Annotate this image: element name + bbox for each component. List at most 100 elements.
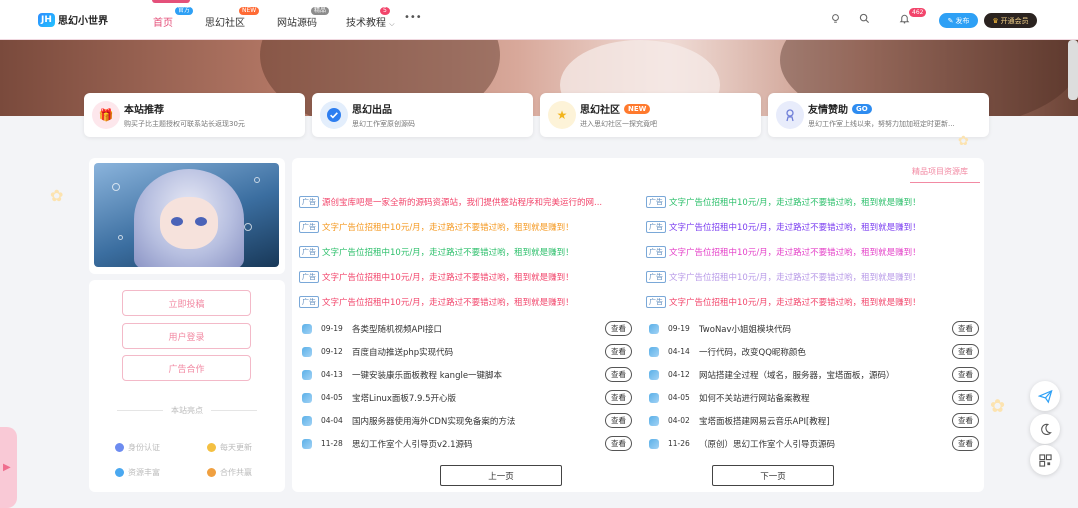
qrcode-icon[interactable] (1030, 445, 1060, 475)
send-icon[interactable] (1030, 381, 1060, 411)
view-button[interactable]: 查看 (952, 344, 979, 359)
flower-decoration-icon: ✿ (958, 134, 969, 149)
section-title: 本站亮点 (89, 405, 285, 416)
side-drawer-handle[interactable]: ▶ (0, 427, 17, 508)
ad-text: 文字广告位招租中10元/月，走过路过不要错过哟，租到就是赚到！ (322, 273, 574, 283)
user-login-button[interactable]: 用户登录 (122, 323, 251, 349)
ad-tag: 广告 (299, 296, 319, 308)
ad-link[interactable]: 广告 文字广告位招租中10元/月，走过路过不要错过哟，租到就是赚到！ (646, 246, 921, 258)
vip-button[interactable]: ♛ 开通会员 (984, 13, 1037, 28)
post-item[interactable]: 09-19 各类型随机视频API接口 查看 (302, 321, 632, 337)
feature-card-community[interactable]: ★ 思幻社区 NEW 进入思幻社区一探究竟吧 (540, 93, 761, 137)
nav-label: 技术教程 (346, 18, 386, 29)
view-button[interactable]: 查看 (952, 436, 979, 451)
scrollbar[interactable] (1068, 40, 1078, 100)
post-item[interactable]: 09-12 百度自动推送php实现代码 查看 (302, 344, 632, 360)
post-title[interactable]: 宝塔Linux面板7.9.5开心版 (352, 392, 456, 404)
post-title[interactable]: 国内服务器使用海外CDN实现免备案的方法 (352, 415, 515, 427)
new-tag: NEW (624, 103, 651, 114)
post-title[interactable]: 百度自动推送php实现代码 (352, 346, 453, 358)
view-button[interactable]: 查看 (952, 390, 979, 405)
top-header: JH 思幻小世界 首页 官方 思幻社区 NEW 网站源码 精品 技术教程 ⌵ 5… (0, 0, 1078, 40)
ad-text: 文字广告位招租中10元/月，走过路过不要错过哟，租到就是赚到！ (322, 248, 574, 258)
post-thumb-icon (649, 347, 659, 357)
go-tag: GO (852, 103, 872, 114)
nav-item-community[interactable]: 思幻社区 NEW (205, 7, 260, 29)
post-title[interactable]: 一键安装康乐面板教程 kangle一键脚本 (352, 369, 502, 381)
tab-resource-library[interactable]: 精品项目资源库 (912, 166, 968, 177)
search-icon[interactable] (857, 13, 871, 27)
ad-link[interactable]: 广告 文字广告位招租中10元/月，走过路过不要错过哟，租到就是赚到！ (646, 296, 921, 308)
feature-title: 思幻出品 (352, 101, 392, 116)
nav-tag: NEW (239, 7, 260, 15)
post-item[interactable]: 09-19 TwoNav小姐姐模块代码 查看 (649, 321, 979, 337)
post-item[interactable]: 04-14 一行代码，改变QQ昵称颜色 查看 (649, 344, 979, 360)
theme-toggle-icon[interactable] (828, 13, 842, 27)
prev-page-button[interactable]: 上一页 (440, 465, 562, 486)
post-title[interactable]: 宝塔面板搭建网易云音乐API[教程] (699, 415, 830, 427)
ad-text: 文字广告位招租中10元/月，走过路过不要错过哟，租到就是赚到！ (669, 248, 921, 258)
post-item[interactable]: 11-26 （原创）思幻工作室个人引导页源码 查看 (649, 436, 979, 452)
post-date: 09-12 (321, 347, 343, 356)
view-button[interactable]: 查看 (952, 413, 979, 428)
flower-decoration-icon: ✿ (990, 396, 1006, 417)
post-title[interactable]: TwoNav小姐姐模块代码 (699, 323, 791, 335)
post-title[interactable]: 一行代码，改变QQ昵称颜色 (699, 346, 806, 358)
post-item[interactable]: 04-12 网站搭建全过程（域名，服务器，宝塔面板，源码） 查看 (649, 367, 979, 383)
ad-link[interactable]: 广告 文字广告位招租中10元/月，走过路过不要错过哟，租到就是赚到！ (299, 271, 574, 283)
ad-link[interactable]: 广告 文字广告位招租中10元/月，走过路过不要错过哟，租到就是赚到！ (299, 221, 574, 233)
section-title-text: 本站亮点 (163, 406, 211, 415)
more-menu-icon[interactable]: ••• (404, 12, 422, 23)
view-button[interactable]: 查看 (605, 367, 632, 382)
post-item[interactable]: 04-04 国内服务器使用海外CDN实现免备案的方法 查看 (302, 413, 632, 429)
view-button[interactable]: 查看 (952, 321, 979, 336)
ad-link[interactable]: 广告 文字广告位招租中10元/月，走过路过不要错过哟，租到就是赚到！ (646, 196, 921, 208)
post-thumb-icon (302, 393, 312, 403)
ad-link[interactable]: 广告 源创宝库吧是一家全新的源码资源站，我们提供整站程序和完美运行的网... (299, 196, 602, 208)
view-button[interactable]: 查看 (605, 321, 632, 336)
post-item[interactable]: 11-28 思幻工作室个人引导页v2.1源码 查看 (302, 436, 632, 452)
post-title[interactable]: （原创）思幻工作室个人引导页源码 (699, 438, 835, 450)
ad-tag: 广告 (646, 296, 666, 308)
view-button[interactable]: 查看 (952, 367, 979, 382)
nav-item-tutorials[interactable]: 技术教程 ⌵ 5 (346, 7, 395, 29)
ad-link[interactable]: 广告 文字广告位招租中10元/月，走过路过不要错过哟，租到就是赚到！ (646, 271, 921, 283)
nav-label: 首页 (153, 18, 173, 29)
post-date: 04-12 (668, 370, 690, 379)
feature-title: 友情赞助 GO (808, 101, 872, 116)
moon-icon[interactable] (1030, 414, 1060, 444)
post-title[interactable]: 网站搭建全过程（域名，服务器，宝塔面板，源码） (699, 369, 895, 381)
ad-tag: 广告 (299, 246, 319, 258)
pencil-icon: ✎ (947, 16, 954, 25)
post-item[interactable]: 04-02 宝塔面板搭建网易云音乐API[教程] 查看 (649, 413, 979, 429)
next-page-button[interactable]: 下一页 (712, 465, 834, 486)
post-title[interactable]: 如何不关站进行网站备案教程 (699, 392, 810, 404)
ad-tag: 广告 (646, 246, 666, 258)
post-title[interactable]: 思幻工作室个人引导页v2.1源码 (352, 438, 473, 450)
feature-card-sponsor[interactable]: 友情赞助 GO 思幻工作室上线以来，努努力加加班定时更新... (768, 93, 989, 137)
post-thumb-icon (649, 416, 659, 426)
nav-item-source-code[interactable]: 网站源码 精品 (277, 7, 330, 29)
post-item[interactable]: 04-05 宝塔Linux面板7.9.5开心版 查看 (302, 390, 632, 406)
ad-link[interactable]: 广告 文字广告位招租中10元/月，走过路过不要错过哟，租到就是赚到！ (299, 246, 574, 258)
view-button[interactable]: 查看 (605, 344, 632, 359)
site-name: 思幻小世界 (58, 16, 108, 27)
view-button[interactable]: 查看 (605, 436, 632, 451)
publish-button[interactable]: ✎ 发布 (939, 13, 978, 28)
ad-cooperation-button[interactable]: 广告合作 (122, 355, 251, 381)
site-logo[interactable]: JH 思幻小世界 (38, 12, 108, 27)
post-date: 09-19 (668, 324, 690, 333)
view-button[interactable]: 查看 (605, 390, 632, 405)
post-title[interactable]: 各类型随机视频API接口 (352, 323, 442, 335)
feature-card-recommend[interactable]: 🎁 本站推荐 购买子比主题授权可联系站长返现30元 (84, 93, 305, 137)
view-button[interactable]: 查看 (605, 413, 632, 428)
diamond-icon (115, 468, 124, 477)
submit-post-button[interactable]: 立即投稿 (122, 290, 251, 316)
post-item[interactable]: 04-13 一键安装康乐面板教程 kangle一键脚本 查看 (302, 367, 632, 383)
ad-link[interactable]: 广告 文字广告位招租中10元/月，走过路过不要错过哟，租到就是赚到！ (646, 221, 921, 233)
nav-item-home[interactable]: 首页 官方 (153, 7, 194, 29)
post-date: 11-26 (668, 439, 690, 448)
ad-link[interactable]: 广告 文字广告位招租中10元/月，走过路过不要错过哟，租到就是赚到！ (299, 296, 574, 308)
feature-card-original[interactable]: 思幻出品 思幻工作室原创源码 (312, 93, 533, 137)
post-item[interactable]: 04-05 如何不关站进行网站备案教程 查看 (649, 390, 979, 406)
